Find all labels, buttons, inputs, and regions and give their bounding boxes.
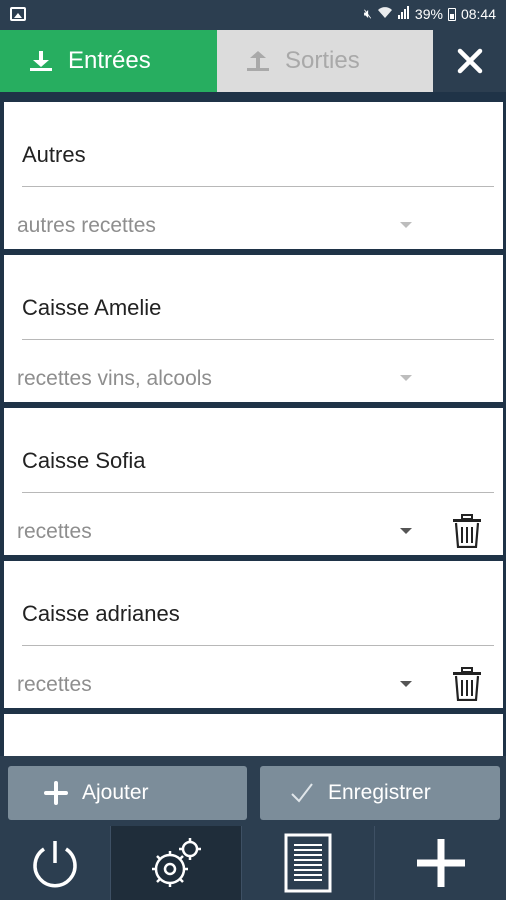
tab-sorties[interactable]: Sorties <box>217 30 433 92</box>
mute-icon: 🔇︎ <box>363 6 372 21</box>
tab-bar: Entrées Sorties <box>0 30 506 92</box>
field-underline <box>22 186 494 187</box>
category-select[interactable]: autres recettes <box>17 214 156 238</box>
nav-document[interactable] <box>242 826 374 900</box>
category-select[interactable]: recettes <box>17 673 92 697</box>
trash-icon[interactable] <box>452 514 482 548</box>
chevron-down-icon[interactable] <box>400 375 412 381</box>
action-bar: Ajouter Enregistrer <box>0 756 506 826</box>
caisse-list[interactable]: Autres autres recettes Caisse Amelie rec… <box>0 92 506 756</box>
category-select[interactable]: recettes <box>17 520 92 544</box>
caisse-name-field[interactable]: Caisse Sofia <box>22 448 146 474</box>
document-icon <box>284 833 332 893</box>
nav-add[interactable] <box>375 826 506 900</box>
list-item: Caisse Sofia recettes <box>4 408 503 555</box>
tab-entrees[interactable]: Entrées <box>0 30 217 92</box>
download-icon <box>30 49 52 73</box>
upload-icon <box>247 49 269 73</box>
caisse-name-field[interactable]: Autres <box>22 142 86 168</box>
category-select[interactable]: recettes vins, alcools <box>17 367 212 391</box>
list-item: Autres autres recettes <box>4 102 503 249</box>
add-button-label: Ajouter <box>82 781 149 804</box>
close-icon <box>457 48 482 74</box>
field-underline <box>22 492 494 493</box>
caisse-name-field[interactable]: Caisse adrianes <box>22 601 180 627</box>
add-icon <box>416 839 465 887</box>
field-underline <box>22 339 494 340</box>
battery-percent: 39% <box>414 6 443 22</box>
trash-icon[interactable] <box>452 667 482 701</box>
caisse-name-field[interactable]: Caisse Amelie <box>22 295 161 321</box>
chevron-down-icon[interactable] <box>400 222 412 228</box>
status-bar: 🔇︎ 39% 08:44 <box>0 0 506 30</box>
list-item: Caisse adrianes recettes <box>4 561 503 708</box>
bottom-nav <box>0 826 506 900</box>
signal-icon <box>397 6 410 22</box>
add-button[interactable]: Ajouter <box>8 766 247 820</box>
list-item <box>4 714 503 756</box>
save-button[interactable]: Enregistrer <box>260 766 500 820</box>
save-button-label: Enregistrer <box>328 781 431 804</box>
clock: 08:44 <box>460 6 496 22</box>
plus-icon <box>44 781 68 805</box>
list-item: Caisse Amelie recettes vins, alcools <box>4 255 503 402</box>
battery-icon <box>447 7 456 21</box>
tab-entrees-label: Entrées <box>68 47 151 74</box>
check-icon <box>291 783 313 803</box>
wifi-icon <box>377 6 393 22</box>
close-button[interactable] <box>433 30 506 92</box>
tab-sorties-label: Sorties <box>285 47 360 74</box>
nav-power[interactable] <box>0 826 110 900</box>
settings-icon <box>152 838 201 887</box>
chevron-down-icon[interactable] <box>400 681 412 687</box>
chevron-down-icon[interactable] <box>400 528 412 534</box>
field-underline <box>22 645 494 646</box>
power-icon <box>33 841 77 888</box>
gallery-icon <box>10 7 26 21</box>
nav-settings[interactable] <box>111 826 241 900</box>
